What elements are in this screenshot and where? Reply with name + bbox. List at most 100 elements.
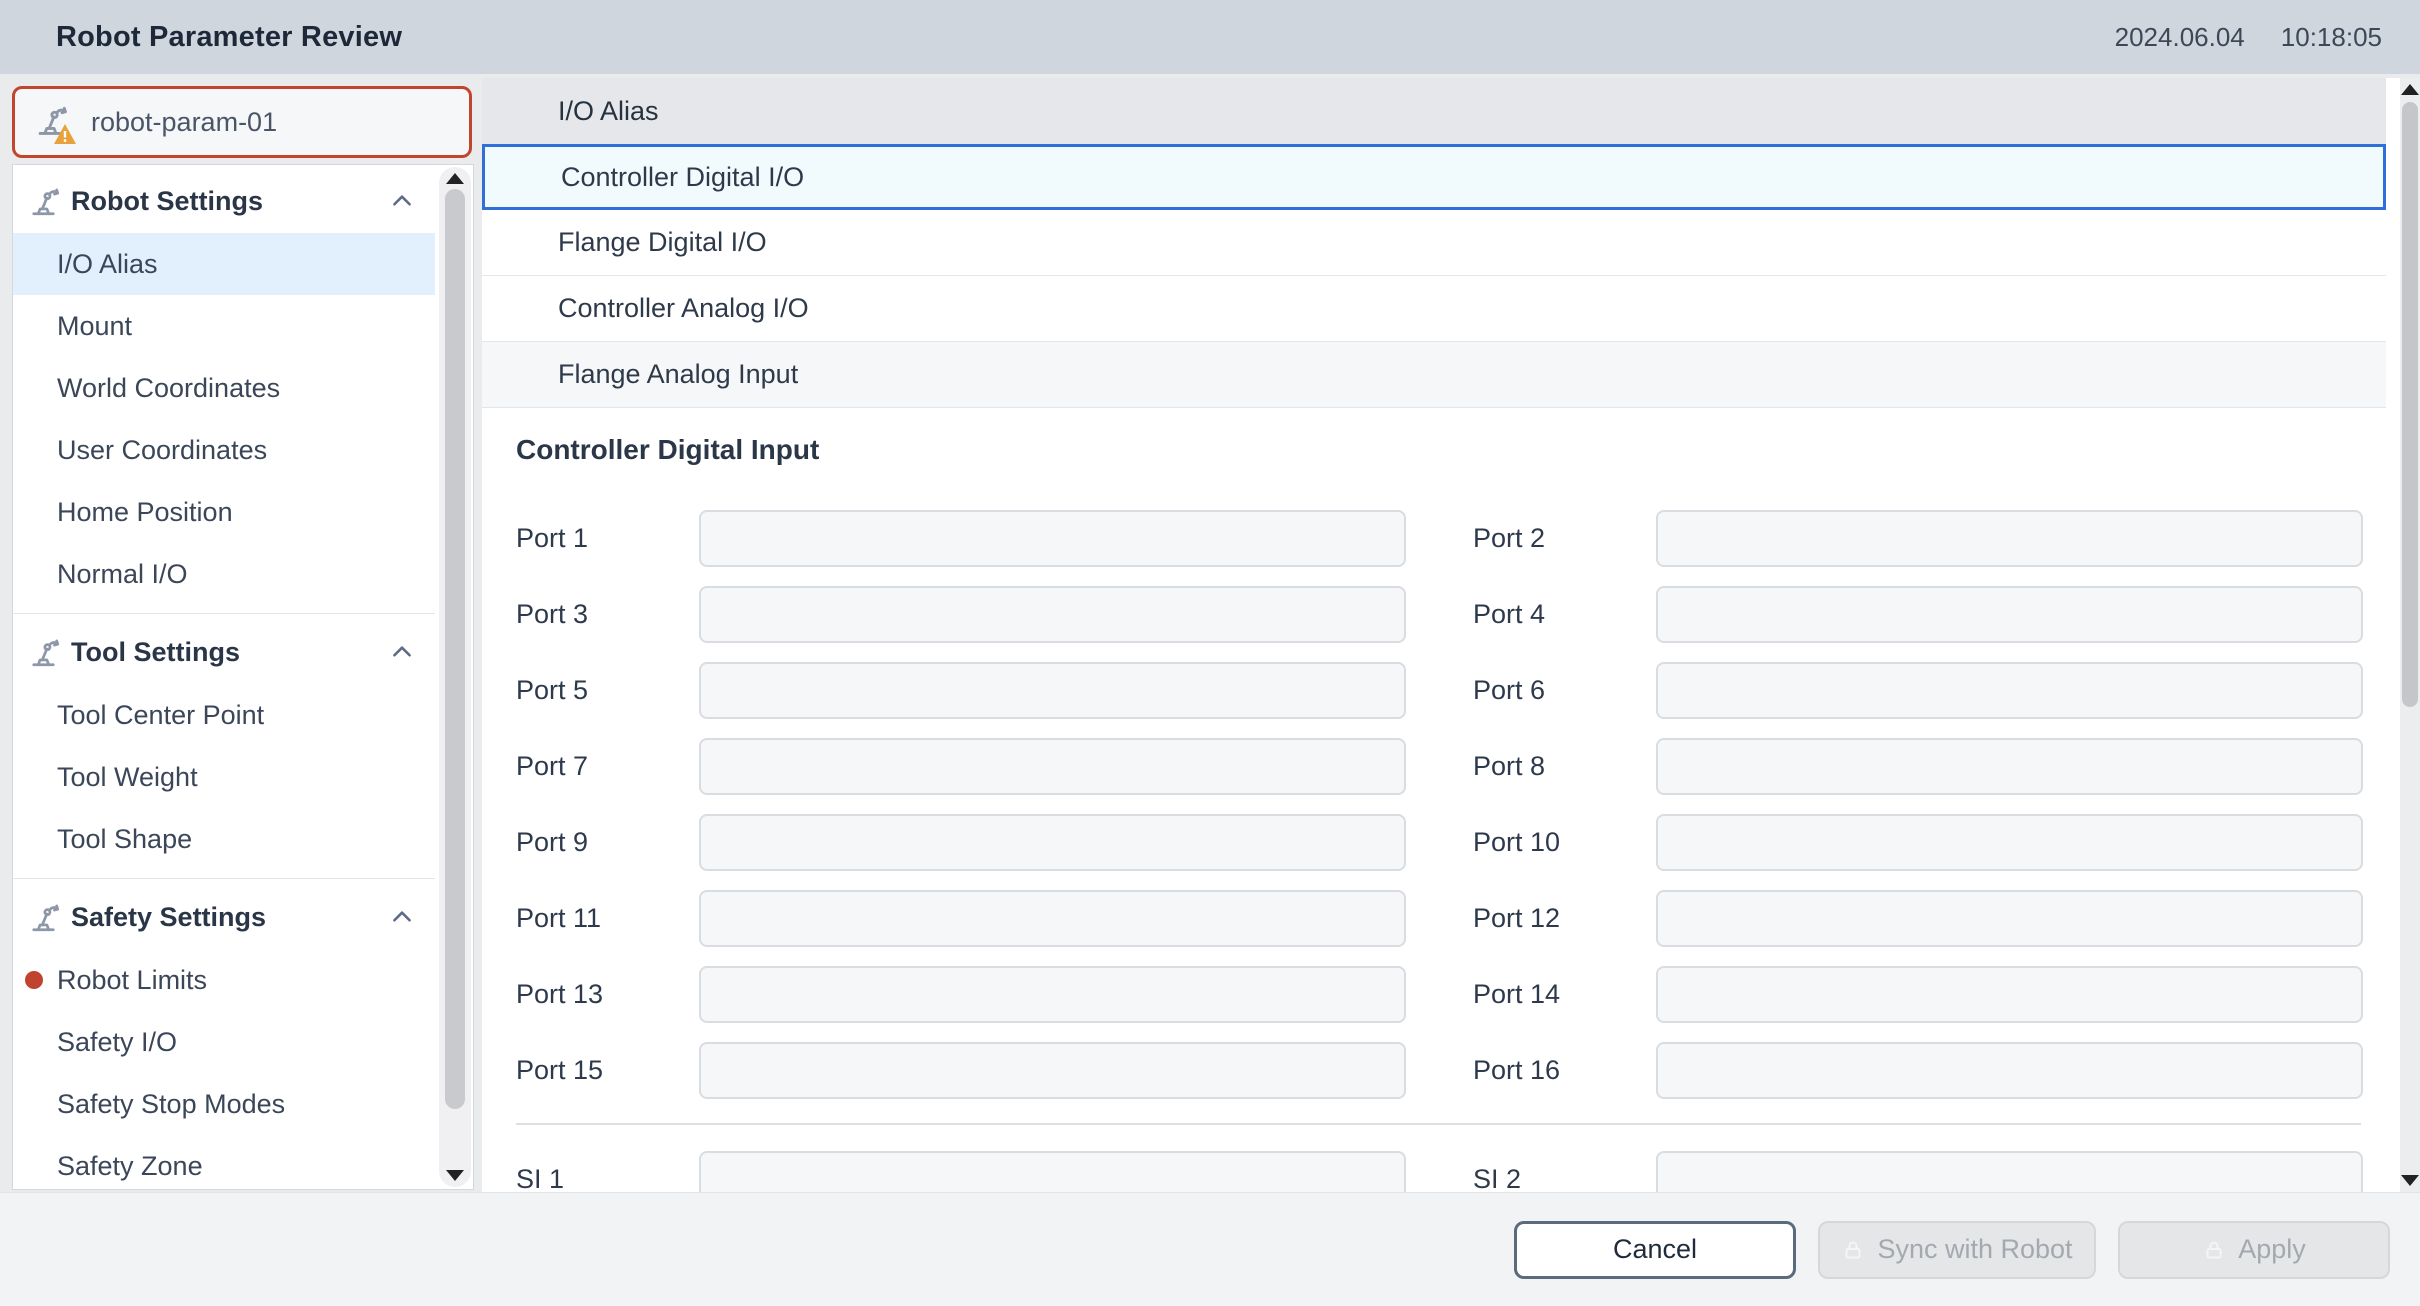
port-input-3[interactable] xyxy=(699,586,1406,643)
tab-controller-digital-io[interactable]: Controller Digital I/O xyxy=(482,144,2386,210)
tab-label: Flange Analog Input xyxy=(558,359,798,390)
section-header-safety-settings[interactable]: Safety Settings xyxy=(13,885,435,949)
robot-icon xyxy=(27,183,63,219)
section-title: Tool Settings xyxy=(71,637,381,668)
sync-with-robot-button[interactable]: Sync with Robot xyxy=(1818,1221,2096,1279)
sidebar-item-label: User Coordinates xyxy=(57,435,267,466)
port-input-8[interactable] xyxy=(1656,738,2363,795)
port-label: Port 11 xyxy=(516,903,699,934)
sidebar-item-label: Safety Stop Modes xyxy=(57,1089,285,1120)
sidebar-item-tool-shape[interactable]: Tool Shape xyxy=(13,808,435,870)
si-input-1[interactable] xyxy=(699,1151,1406,1192)
port-input-4[interactable] xyxy=(1656,586,2363,643)
port-input-9[interactable] xyxy=(699,814,1406,871)
sidebar-item-safety-stop-modes[interactable]: Safety Stop Modes xyxy=(13,1073,435,1135)
port-label: Port 7 xyxy=(516,751,699,782)
sidebar-item-mount[interactable]: Mount xyxy=(13,295,435,357)
port-input-16[interactable] xyxy=(1656,1042,2363,1099)
apply-label: Apply xyxy=(2238,1234,2306,1265)
scroll-down-icon[interactable] xyxy=(2401,1175,2419,1186)
scroll-up-icon[interactable] xyxy=(446,173,464,184)
date-label: 2024.06.04 xyxy=(2115,22,2245,53)
chevron-up-icon[interactable] xyxy=(389,904,415,930)
sidebar-item-label: World Coordinates xyxy=(57,373,280,404)
port-input-10[interactable] xyxy=(1656,814,2363,871)
section-heading: Controller Digital Input xyxy=(516,434,2400,466)
port-input-12[interactable] xyxy=(1656,890,2363,947)
tab-label: Flange Digital I/O xyxy=(558,227,767,258)
sidebar-item-user-coordinates[interactable]: User Coordinates xyxy=(13,419,435,481)
divider xyxy=(516,1123,2361,1125)
section-title: Safety Settings xyxy=(71,902,381,933)
cancel-button[interactable]: Cancel xyxy=(1514,1221,1796,1279)
sidebar-item-label: Safety I/O xyxy=(57,1027,177,1058)
sidebar-item-label: Mount xyxy=(57,311,132,342)
port-label: Port 10 xyxy=(1473,827,1656,858)
cancel-label: Cancel xyxy=(1613,1234,1697,1265)
main-scrollbar[interactable] xyxy=(2400,78,2420,1192)
tab-flange-digital-io[interactable]: Flange Digital I/O xyxy=(482,210,2386,276)
param-name-field[interactable]: robot-param-01 xyxy=(12,86,472,158)
port-input-13[interactable] xyxy=(699,966,1406,1023)
sidebar-item-robot-limits[interactable]: Robot Limits xyxy=(13,949,435,1011)
time-label: 10:18:05 xyxy=(2281,22,2382,53)
chevron-up-icon[interactable] xyxy=(389,639,415,665)
alert-dot xyxy=(25,971,43,989)
port-input-15[interactable] xyxy=(699,1042,1406,1099)
port-input-2[interactable] xyxy=(1656,510,2363,567)
port-input-7[interactable] xyxy=(699,738,1406,795)
param-name-value: robot-param-01 xyxy=(91,107,277,138)
port-input-1[interactable] xyxy=(699,510,1406,567)
port-input-11[interactable] xyxy=(699,890,1406,947)
port-input-6[interactable] xyxy=(1656,662,2363,719)
main-panel: I/O Alias Controller Digital I/O Flange … xyxy=(482,78,2400,1192)
si-grid: SI 1 SI 2 xyxy=(516,1151,2400,1192)
tab-label: Controller Digital I/O xyxy=(561,162,804,193)
port-label: Port 8 xyxy=(1473,751,1656,782)
sidebar-item-tool-center-point[interactable]: Tool Center Point xyxy=(13,684,435,746)
sidebar-item-label: I/O Alias xyxy=(57,249,158,280)
sidebar-scrollbar-thumb[interactable] xyxy=(445,189,465,1109)
port-label: Port 9 xyxy=(516,827,699,858)
sidebar-scrollbar[interactable] xyxy=(439,167,471,1187)
port-label: SI 1 xyxy=(516,1164,699,1192)
port-input-14[interactable] xyxy=(1656,966,2363,1023)
port-label: Port 16 xyxy=(1473,1055,1656,1086)
port-label: Port 6 xyxy=(1473,675,1656,706)
sync-label: Sync with Robot xyxy=(1877,1234,2072,1265)
sidebar-item-label: Robot Limits xyxy=(57,965,207,996)
si-input-2[interactable] xyxy=(1656,1151,2363,1192)
sidebar-item-safety-zone[interactable]: Safety Zone xyxy=(13,1135,435,1190)
port-label: Port 13 xyxy=(516,979,699,1010)
section-safety-settings: Safety Settings Robot Limits Safety I/O … xyxy=(13,878,435,1190)
sidebar-item-safety-io[interactable]: Safety I/O xyxy=(13,1011,435,1073)
port-label: Port 14 xyxy=(1473,979,1656,1010)
scroll-down-icon[interactable] xyxy=(446,1170,464,1181)
scroll-up-icon[interactable] xyxy=(2401,84,2419,95)
port-label: Port 12 xyxy=(1473,903,1656,934)
apply-button[interactable]: Apply xyxy=(2118,1221,2390,1279)
port-input-5[interactable] xyxy=(699,662,1406,719)
sidebar-item-label: Home Position xyxy=(57,497,233,528)
port-label: Port 3 xyxy=(516,599,699,630)
section-header-robot-settings[interactable]: Robot Settings xyxy=(13,169,435,233)
port-label: Port 1 xyxy=(516,523,699,554)
sidebar-item-home-position[interactable]: Home Position xyxy=(13,481,435,543)
port-label: Port 4 xyxy=(1473,599,1656,630)
tab-flange-analog-input[interactable]: Flange Analog Input xyxy=(482,342,2386,408)
section-header-tool-settings[interactable]: Tool Settings xyxy=(13,620,435,684)
main-scrollbar-thumb[interactable] xyxy=(2402,102,2418,707)
sidebar-item-normal-io[interactable]: Normal I/O xyxy=(13,543,435,605)
sidebar-item-label: Normal I/O xyxy=(57,559,188,590)
lock-icon xyxy=(1841,1238,1865,1262)
app-header: Robot Parameter Review 2024.06.04 10:18:… xyxy=(0,0,2420,74)
lock-icon xyxy=(2202,1238,2226,1262)
sidebar-item-io-alias[interactable]: I/O Alias xyxy=(13,233,435,295)
sidebar-item-world-coordinates[interactable]: World Coordinates xyxy=(13,357,435,419)
warning-triangle-icon xyxy=(53,123,77,145)
sidebar-item-tool-weight[interactable]: Tool Weight xyxy=(13,746,435,808)
port-label: Port 15 xyxy=(516,1055,699,1086)
chevron-up-icon[interactable] xyxy=(389,188,415,214)
tab-controller-analog-io[interactable]: Controller Analog I/O xyxy=(482,276,2386,342)
sidebar-item-label: Tool Shape xyxy=(57,824,192,855)
